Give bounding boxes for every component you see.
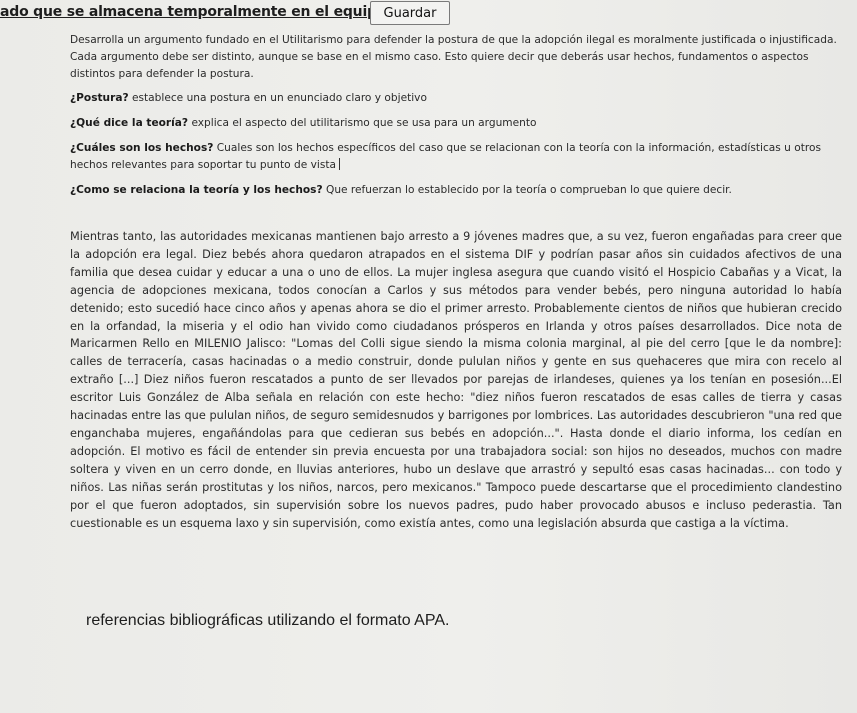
question-theory: ¿Qué dice la teoría? explica el aspecto … (70, 115, 842, 132)
instructions-intro: Desarrolla un argumento fundado en el Ut… (70, 34, 837, 80)
question-label: ¿Como se relaciona la teoría y los hecho… (70, 184, 323, 196)
question-text: establece una postura en un enunciado cl… (128, 92, 427, 104)
essay-paragraph[interactable]: Mientras tanto, las autoridades mexicana… (70, 228, 842, 532)
truncated-notice-text: ado que se almacena temporalmente en el … (0, 4, 392, 20)
question-relation: ¿Como se relaciona la teoría y los hecho… (70, 182, 842, 199)
question-text: explica el aspecto del utilitarismo que … (188, 117, 537, 129)
question-position: ¿Postura? establece una postura en un en… (70, 90, 842, 107)
question-label: ¿Qué dice la teoría? (70, 117, 189, 129)
question-facts[interactable]: ¿Cuáles son los hechos? Cuales son los h… (70, 140, 842, 174)
document-page: ado que se almacena temporalmente en el … (0, 0, 857, 713)
question-label: ¿Postura? (70, 92, 129, 104)
text-cursor (339, 158, 341, 170)
question-text: Que refuerzan lo establecido por la teor… (322, 184, 732, 196)
question-label: ¿Cuáles son los hechos? (70, 142, 214, 154)
top-toolbar: ado que se almacena temporalmente en el … (0, 0, 857, 28)
save-button[interactable]: Guardar (370, 1, 450, 25)
references-heading: referencias bibliográficas utilizando el… (86, 612, 450, 629)
instructions-section: Desarrolla un argumento fundado en el Ut… (70, 32, 842, 207)
